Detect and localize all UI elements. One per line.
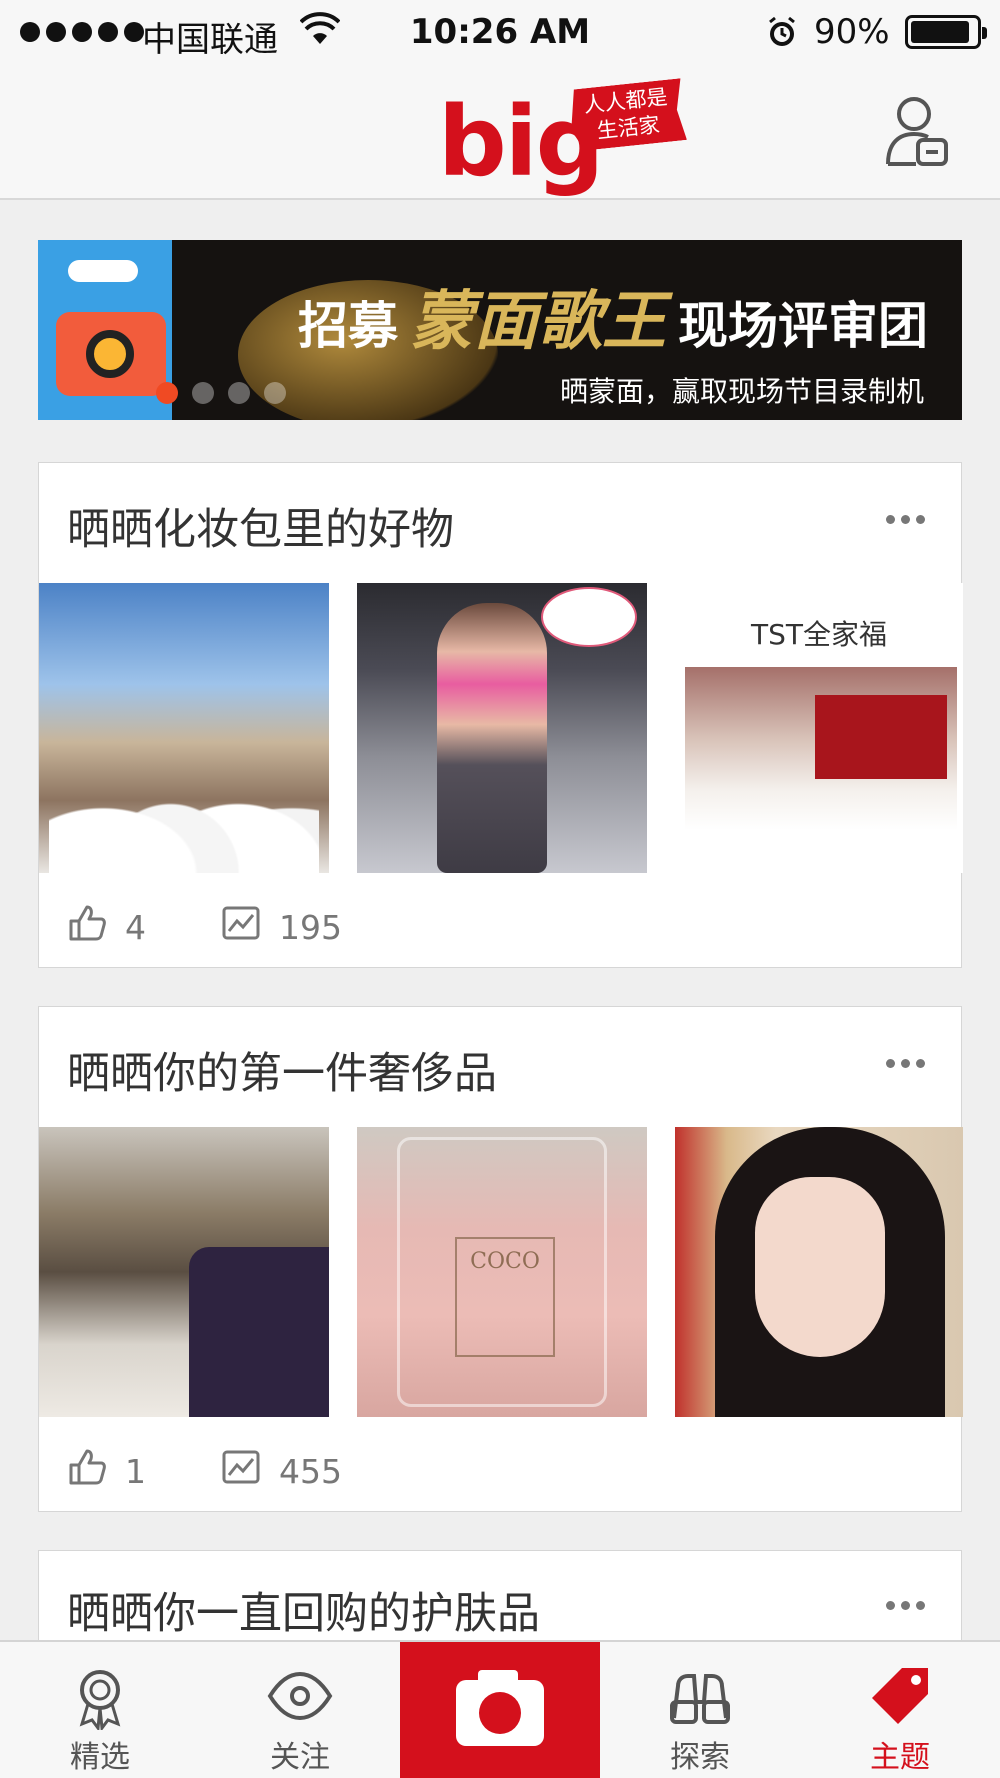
bottom-tab-bar: 精选 关注 探索 主题 — [0, 1640, 1000, 1778]
photo-count: 195 — [279, 907, 342, 947]
girl-selfie-photo[interactable] — [675, 1127, 963, 1417]
binoculars-icon — [670, 1674, 730, 1724]
topic-title[interactable]: 晒晒化妆包里的好物 — [67, 495, 454, 557]
more-options-icon[interactable] — [886, 1059, 925, 1068]
tab-label: 主题 — [870, 1740, 930, 1775]
topic-title[interactable]: 晒晒你的第一件奢侈品 — [67, 1039, 497, 1101]
photo-gallery-icon — [221, 1449, 261, 1493]
tag-icon — [872, 1668, 928, 1724]
thumbs-up-icon[interactable] — [67, 1447, 107, 1495]
more-options-icon[interactable] — [886, 515, 925, 524]
living-room-sofa-photo[interactable] — [39, 1127, 329, 1417]
topic-stats: 1 455 — [67, 1447, 342, 1495]
banner-camera-graphic — [38, 240, 172, 420]
banner-dot[interactable] — [264, 382, 286, 404]
banner-page-dots[interactable] — [156, 382, 286, 404]
camera-icon-lens — [479, 1692, 521, 1734]
tab-following[interactable]: 关注 — [200, 1642, 400, 1778]
photo-count: 455 — [279, 1451, 342, 1491]
banner-headline: 招募 蒙面歌王 现场评审团 — [298, 270, 928, 362]
battery-icon — [905, 15, 987, 49]
thumbs-up-icon[interactable] — [67, 903, 107, 951]
tab-label: 关注 — [270, 1740, 330, 1775]
promo-banner[interactable]: 招募 蒙面歌王 现场评审团 晒蒙面，赢取现场节目录制机 — [38, 240, 962, 420]
banner-subtitle: 晒蒙面，赢取现场节目录制机 — [560, 375, 925, 408]
topic-card[interactable]: 晒晒化妆包里的好物 TST全家福 4 195 — [38, 462, 963, 968]
tst-products-photo[interactable]: TST全家福 — [675, 583, 963, 873]
tab-explore[interactable]: 探索 — [600, 1642, 800, 1778]
camera-post-button[interactable] — [400, 1642, 600, 1778]
battery-percent: 90% — [814, 12, 890, 52]
app-logo: big 人人都是 生活家 — [438, 84, 688, 194]
like-count: 4 — [125, 907, 146, 947]
eye-icon — [267, 1671, 333, 1721]
topic-stats: 4 195 — [67, 903, 342, 951]
alarm-icon — [766, 16, 798, 57]
gym-selfie-photo[interactable] — [357, 583, 647, 873]
nav-bar: big 人人都是 生活家 — [0, 64, 1000, 200]
banner-headline-left: 招募 — [298, 297, 398, 355]
topic-title[interactable]: 晒晒你一直回购的护肤品 — [67, 1579, 540, 1641]
tab-label: 精选 — [70, 1740, 130, 1775]
banner-headline-gold: 蒙面歌王 — [410, 285, 666, 359]
tab-featured[interactable]: 精选 — [0, 1642, 200, 1778]
topic-card[interactable]: 晒晒你的第一件奢侈品 COCO 1 455 — [38, 1006, 963, 1512]
banner-dot[interactable] — [192, 382, 214, 404]
more-options-icon[interactable] — [886, 1601, 925, 1610]
topic-card[interactable]: 晒晒你一直回购的护肤品 — [38, 1550, 962, 1650]
banner-dot[interactable] — [228, 382, 250, 404]
logo-slogan-tag: 人人都是 生活家 — [567, 78, 687, 152]
banner-dot[interactable] — [156, 382, 178, 404]
profile-card-icon[interactable] — [882, 94, 952, 174]
coco-perfume-photo[interactable]: COCO — [357, 1127, 647, 1417]
tab-topics[interactable]: 主题 — [800, 1642, 1000, 1778]
badge-icon — [79, 1670, 121, 1730]
like-count: 1 — [125, 1451, 146, 1491]
wedding-dress-group-photo[interactable] — [39, 583, 329, 873]
tst-photo-label: TST全家福 — [751, 618, 887, 651]
photo-gallery-icon — [221, 905, 261, 949]
tab-label: 探索 — [670, 1740, 730, 1775]
banner-headline-right: 现场评审团 — [678, 297, 928, 355]
status-bar: 中国联通 10:26 AM 90% — [0, 0, 1000, 64]
perfume-label: COCO — [455, 1237, 555, 1357]
